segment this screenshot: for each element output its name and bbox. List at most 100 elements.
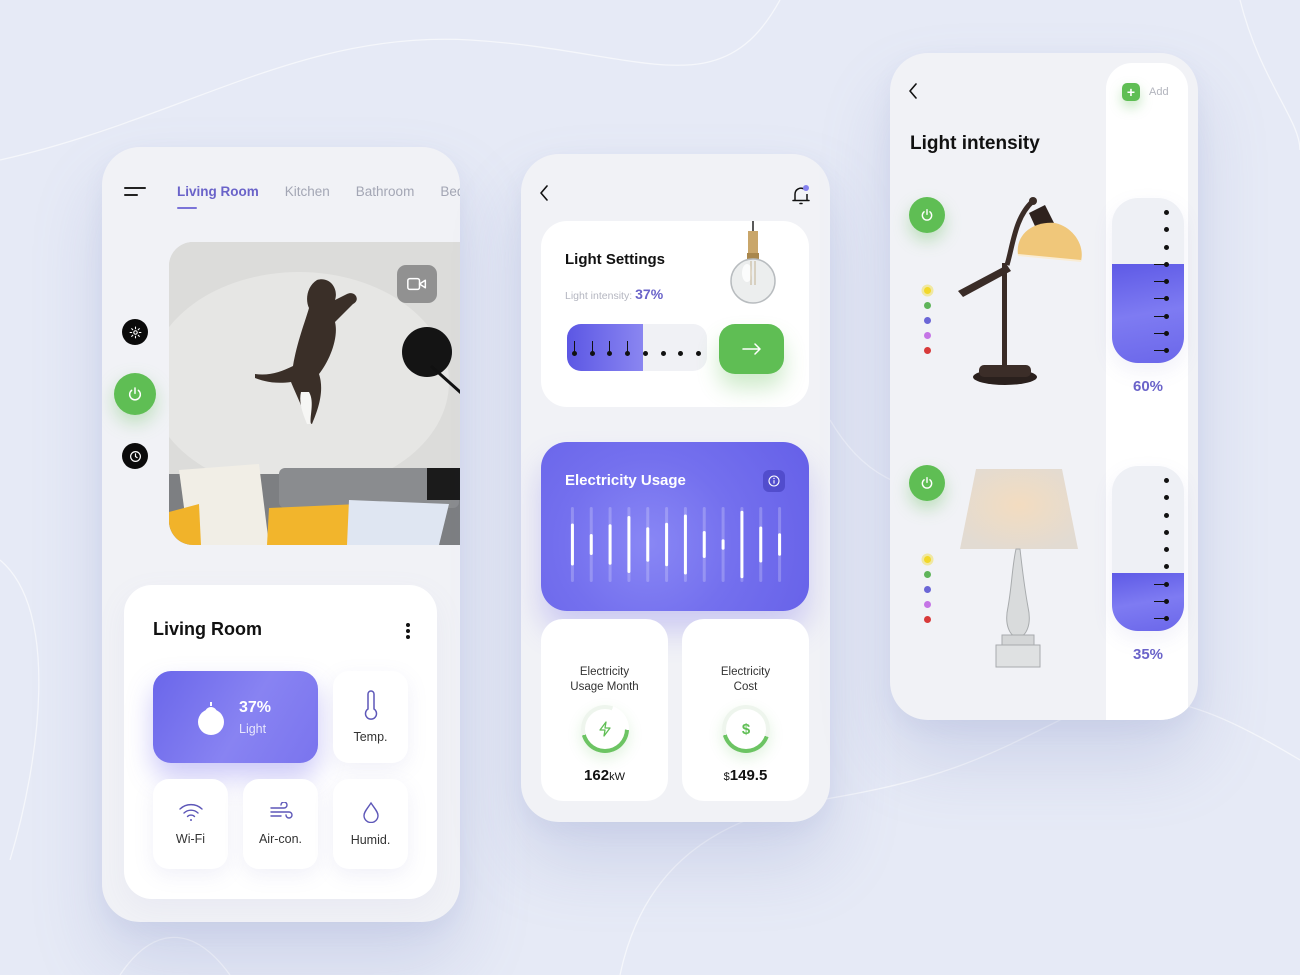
wifi-tile[interactable]: Wi-Fi [153, 779, 228, 869]
bulb-image [730, 221, 776, 304]
slider-tick [1154, 616, 1169, 621]
electricity-cost-title: Electricity Cost [682, 665, 809, 695]
electricity-usage-card: Electricity Usage [541, 442, 809, 611]
usage-bar-chart [570, 507, 782, 582]
lamp2-power-button[interactable] [909, 465, 945, 501]
air-con-label: Air-con. [258, 832, 303, 846]
usage-bar [721, 539, 725, 550]
light-intensity-slider[interactable] [567, 324, 707, 371]
lamp1-slider-ticks [1154, 210, 1169, 353]
wifi-icon [178, 803, 203, 821]
tab-bathroom[interactable]: Bathroom [356, 184, 415, 199]
usage-bar [665, 522, 669, 567]
wind-icon [269, 802, 293, 819]
color-option[interactable] [924, 287, 931, 294]
back-arrow-icon[interactable] [539, 185, 549, 201]
lamp2-color-options [924, 556, 931, 623]
slider-tick [607, 341, 613, 356]
slider-tick [1154, 313, 1169, 319]
slider-tick [625, 341, 631, 356]
color-option[interactable] [924, 556, 931, 563]
slider-tick [695, 351, 701, 356]
lamp1-intensity-slider[interactable] [1112, 198, 1184, 363]
info-icon [768, 475, 780, 487]
light-intensity-value: 37% [635, 286, 664, 302]
tab-kitchen[interactable]: Kitchen [285, 184, 330, 199]
air-con-tile[interactable]: Air-con. [243, 779, 318, 869]
light-intensity-label: Light intensity: [565, 290, 633, 302]
slider-tick [1164, 210, 1169, 215]
usage-value-unit: kW [609, 771, 625, 783]
cost-value-number: 149.5 [729, 767, 768, 784]
lamp1-color-options [924, 287, 931, 354]
slider-tick [1154, 279, 1169, 284]
slider-fill [567, 324, 643, 371]
settings-button[interactable] [122, 319, 148, 345]
room-tabs: Living Room Kitchen Bathroom Bedroom [177, 184, 460, 209]
slider-tick [1164, 244, 1169, 250]
slider-tick [660, 351, 666, 356]
power-icon [129, 387, 141, 401]
hamburger-menu-icon[interactable] [124, 185, 146, 199]
temperature-tile[interactable]: Temp. [333, 671, 408, 763]
light-settings-title: Light Settings [565, 251, 665, 268]
usage-month-title-line2: Usage Month [570, 681, 639, 693]
room-card-title: Living Room [153, 619, 262, 639]
slider-tick [1154, 598, 1169, 604]
usage-bar [778, 533, 782, 556]
home-screen: Living Room Kitchen Bathroom Bedroom [102, 147, 460, 922]
lamp1-power-button[interactable] [909, 197, 945, 233]
usage-value-number: 162 [584, 767, 610, 784]
usage-bar [702, 531, 706, 558]
humidity-tile[interactable]: Humid. [333, 779, 408, 869]
info-button[interactable] [763, 470, 785, 492]
color-option[interactable] [924, 586, 931, 593]
usage-bar [683, 514, 687, 575]
color-option[interactable] [924, 332, 931, 339]
cost-title-line1: Electricity [720, 666, 771, 678]
slider-tick [1154, 581, 1169, 587]
lamp2-intensity-slider[interactable] [1112, 466, 1184, 631]
power-icon [921, 209, 933, 221]
slider-tick [1164, 547, 1169, 552]
power-button[interactable] [114, 373, 156, 415]
color-option[interactable] [924, 317, 931, 324]
slider-tick [589, 341, 595, 356]
color-option[interactable] [924, 571, 931, 578]
electricity-cost-value: $149.5 [682, 767, 809, 784]
color-option[interactable] [924, 302, 931, 309]
schedule-button[interactable] [122, 443, 148, 469]
slider-tick [1164, 478, 1169, 483]
light-percentage: 37% [239, 698, 272, 716]
color-option[interactable] [924, 347, 931, 354]
slider-ticks [572, 341, 701, 356]
tab-living-room[interactable]: Living Room [177, 184, 259, 209]
usage-month-title-line1: Electricity [579, 666, 630, 678]
color-option[interactable] [924, 616, 931, 623]
tab-bedroom[interactable]: Bedroom [440, 184, 460, 199]
thermometer-icon [364, 690, 377, 720]
light-intensity-readout: Light intensity: 37% [565, 286, 663, 302]
notification-bell-icon[interactable] [791, 184, 811, 206]
video-camera-button[interactable] [397, 265, 437, 303]
color-option[interactable] [924, 601, 931, 608]
plus-icon: + [1122, 83, 1140, 101]
camera-feed[interactable] [169, 242, 460, 545]
slider-tick [1154, 348, 1169, 353]
slider-tick [1154, 330, 1169, 336]
light-tile[interactable]: 37% Light [153, 671, 318, 763]
light-label: Light [239, 721, 267, 736]
light-settings-card: Light Settings Light intensity: 37% [541, 221, 809, 407]
usage-bar [589, 534, 593, 555]
slider-tick [1164, 512, 1169, 518]
kebab-menu-icon[interactable] [405, 623, 411, 639]
apply-button[interactable] [719, 324, 784, 374]
slider-tick [1164, 564, 1169, 570]
usage-bar [608, 524, 612, 565]
add-button[interactable]: + Add [1122, 83, 1169, 101]
back-arrow-icon[interactable] [908, 83, 918, 99]
light-intensity-screen: + Add Light intensity 60% 35% [890, 53, 1198, 720]
droplet-icon [362, 801, 379, 823]
electricity-cost-card: Electricity Cost $ $149.5 [682, 619, 809, 801]
table-lamp-image [960, 469, 1078, 668]
